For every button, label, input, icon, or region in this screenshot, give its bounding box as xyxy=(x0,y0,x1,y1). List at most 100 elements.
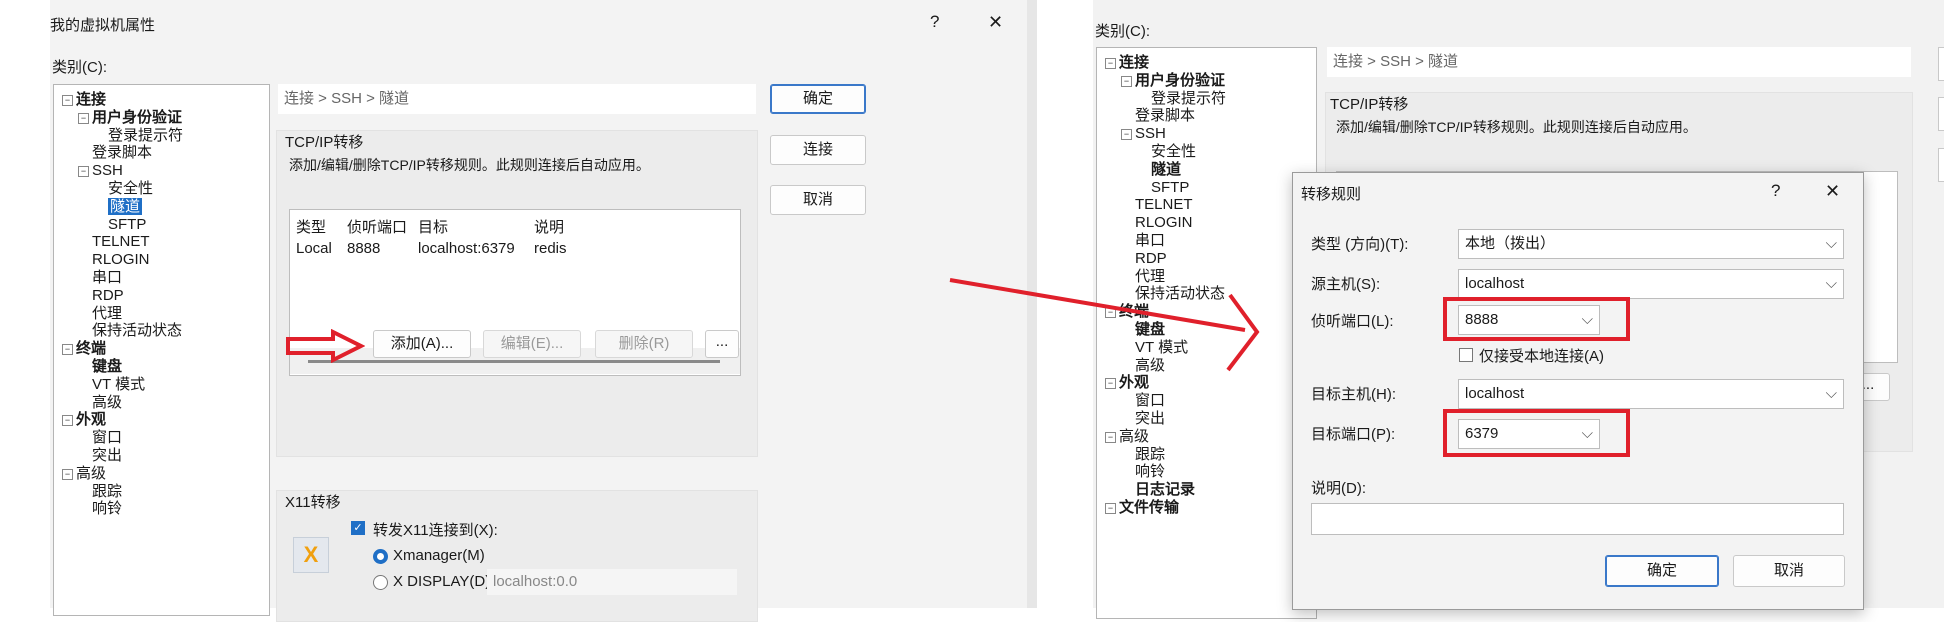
forwarding-rule-dialog: 转移规则 ? ✕ 类型 (方向)(T): 本地（拨出） ⌵ 源主机(S): lo… xyxy=(1292,172,1864,610)
edit-button[interactable]: 编辑(E)... xyxy=(483,330,581,358)
tree-item-label: RDP xyxy=(92,286,124,304)
properties-dialog-left: 我的虚拟机属性 ? ✕ 类别(C): 连接 − 用户身份验证 − 登录提示符 登录脚本 SS… xyxy=(50,0,1027,622)
tree-item-label: 终端 xyxy=(76,340,107,358)
x11-section-title: X11转移 xyxy=(285,494,341,511)
tree-item-label: 窗口 xyxy=(92,429,123,447)
xdisplay-label: X DISPLAY(D): xyxy=(393,573,495,590)
cancel-button[interactable]: 取消 xyxy=(770,185,866,215)
tcp-section-title: TCP/IP转移 xyxy=(285,134,364,151)
right-edge-button[interactable] xyxy=(1938,97,1944,131)
tree-item-label: 响铃 xyxy=(92,500,123,518)
type-select[interactable]: 本地（拨出） ⌵ xyxy=(1458,229,1844,259)
tree-item-label: 安全性 xyxy=(108,180,154,197)
category-tree[interactable]: 连接 − 用户身份验证 − 登录提示符 登录脚本 SSH − 安全性 隧道 SFTP TELNET RL… xyxy=(53,84,270,616)
tree-item-label: RLOGIN xyxy=(1135,214,1193,232)
tree-item-label: SFTP xyxy=(1151,178,1190,196)
type-value: 本地（拨出） xyxy=(1465,235,1556,252)
tree-item-label: RLOGIN xyxy=(92,251,150,269)
xmanager-radio[interactable] xyxy=(373,549,388,564)
chevron-down-icon: ⌵ xyxy=(1825,385,1837,402)
collapse-icon[interactable]: − xyxy=(78,166,89,178)
right-edge-button[interactable] xyxy=(1938,47,1944,81)
tcp-section-title: TCP/IP转移 xyxy=(1330,96,1409,113)
target-host-select[interactable]: localhost ⌵ xyxy=(1458,379,1844,409)
delete-button[interactable]: 删除(R) xyxy=(595,330,693,358)
tree-item-label: 保持活动状态 xyxy=(92,322,183,340)
tree-item-label: 串口 xyxy=(92,269,123,286)
tree-item-label: SSH xyxy=(92,162,123,180)
tree-item-label: 文件传输 xyxy=(1119,499,1180,516)
tree-item-label: 突出 xyxy=(92,447,123,464)
xdisplay-input[interactable]: localhost:0.0 xyxy=(487,569,737,595)
connect-button[interactable]: 连接 xyxy=(770,135,866,165)
table-header-target[interactable]: 目标 xyxy=(418,216,448,237)
source-label: 源主机(S): xyxy=(1311,276,1381,293)
cell-desc: redis xyxy=(534,240,567,257)
tree-item-label: 安全性 xyxy=(1151,143,1197,160)
cell-type: Local xyxy=(296,240,332,257)
tree-item-label: 跟踪 xyxy=(1135,445,1166,463)
target-host-value: localhost xyxy=(1465,385,1525,402)
x11-forward-label: 转发X11连接到(X): xyxy=(373,522,498,539)
tree-item-label: 连接 xyxy=(76,91,107,108)
collapse-icon[interactable]: − xyxy=(78,112,89,124)
collapse-icon[interactable]: − xyxy=(1105,431,1116,443)
tree-item-label: 键盘 xyxy=(92,358,123,375)
x11-panel: X11转移 X ✓ 转发X11连接到(X): Xmanager(M) X DIS… xyxy=(276,490,758,622)
tree-item-label: 高级 xyxy=(76,464,107,482)
tree-item-label: TELNET xyxy=(1135,196,1193,214)
tree-item-label: 登录提示符 xyxy=(1151,89,1227,107)
description-input[interactable] xyxy=(1311,503,1844,535)
collapse-icon[interactable]: − xyxy=(62,415,73,427)
collapse-icon[interactable]: − xyxy=(62,344,73,356)
highlight-box-listen-port xyxy=(1443,297,1630,341)
close-icon[interactable]: ✕ xyxy=(1825,181,1840,202)
table-header-desc[interactable]: 说明 xyxy=(534,216,564,237)
tcp-description: 添加/编辑/删除TCP/IP转移规则。此规则连接后自动应用。 xyxy=(289,157,650,173)
collapse-icon[interactable]: − xyxy=(62,95,73,106)
dialog-title: 我的虚拟机属性 xyxy=(50,17,156,34)
cancel-button[interactable]: 取消 xyxy=(1733,555,1845,587)
scrollbar-thumb[interactable] xyxy=(308,360,720,363)
tcp-panel: TCP/IP转移 添加/编辑/删除TCP/IP转移规则。此规则连接后自动应用。 … xyxy=(276,130,758,457)
tree-item-label: 高级 xyxy=(1119,427,1150,445)
tree-item-label: 串口 xyxy=(1135,232,1166,249)
tree-item-label: 登录脚本 xyxy=(1135,107,1196,125)
collapse-icon[interactable]: − xyxy=(1121,75,1132,87)
collapse-icon[interactable]: − xyxy=(62,468,73,480)
highlight-box-target-port xyxy=(1443,409,1630,457)
ok-button[interactable]: 确定 xyxy=(1605,555,1719,587)
tree-item-label: 高级 xyxy=(92,393,123,411)
breadcrumb: 连接 > SSH > 隧道 xyxy=(278,84,756,114)
xdisplay-radio[interactable] xyxy=(373,575,388,590)
category-label: 类别(C): xyxy=(1095,23,1150,40)
tree-item-label: RDP xyxy=(1135,249,1167,267)
breadcrumb: 连接 > SSH > 隧道 xyxy=(1327,47,1911,77)
table-row[interactable]: Local 8888 localhost:6379 redis xyxy=(290,238,740,260)
tree-item-label: 隧道 xyxy=(1151,160,1182,178)
add-button[interactable]: 添加(A)... xyxy=(373,330,471,358)
right-edge-button[interactable] xyxy=(1938,148,1944,182)
collapse-icon[interactable]: − xyxy=(1105,503,1116,514)
table-header-type[interactable]: 类型 xyxy=(296,216,326,237)
tree-item-label: 用户身份验证 xyxy=(92,108,183,126)
target-port-label: 目标端口(P): xyxy=(1311,426,1396,443)
tree-item-label: 突出 xyxy=(1135,410,1166,427)
collapse-icon[interactable]: − xyxy=(1105,58,1116,69)
ok-button[interactable]: 确定 xyxy=(770,84,866,114)
local-only-checkbox[interactable] xyxy=(1459,348,1473,362)
table-header-port[interactable]: 侦听端口 xyxy=(347,216,407,237)
close-icon[interactable]: ✕ xyxy=(988,12,1003,33)
tree-item-label: 跟踪 xyxy=(92,482,123,500)
help-button[interactable]: ? xyxy=(1771,181,1780,201)
x11-forward-checkbox[interactable]: ✓ xyxy=(351,521,365,535)
collapse-icon[interactable]: − xyxy=(1121,129,1132,141)
tree-item[interactable]: 响铃 xyxy=(92,498,122,520)
type-label: 类型 (方向)(T): xyxy=(1311,236,1409,253)
tree-item[interactable]: 文件传输 xyxy=(1119,497,1179,519)
source-host-select[interactable]: localhost ⌵ xyxy=(1458,269,1844,299)
help-button[interactable]: ? xyxy=(930,12,939,32)
cell-port: 8888 xyxy=(347,240,381,257)
tree-item-label: SFTP xyxy=(108,215,147,233)
more-button[interactable]: ... xyxy=(705,330,739,358)
